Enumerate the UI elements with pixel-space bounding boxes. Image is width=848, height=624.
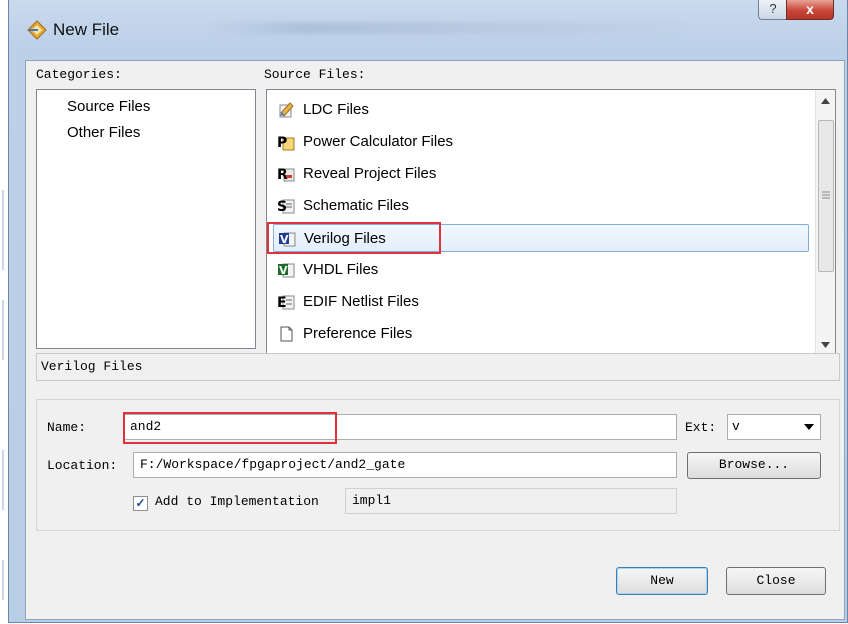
vertical-scrollbar[interactable] — [815, 90, 835, 356]
location-input[interactable]: F:/Workspace/fpgaproject/and2_gate — [133, 452, 677, 478]
svg-text:E: E — [277, 295, 287, 311]
name-label: Name: — [47, 420, 87, 435]
svg-text:V: V — [279, 264, 288, 277]
list-item-label: Preference Files — [303, 325, 413, 342]
list-item-edif-netlist-files[interactable]: E EDIF Netlist Files — [273, 288, 803, 314]
list-item-label: Power Calculator Files — [303, 133, 454, 150]
close-button[interactable]: Close — [726, 567, 826, 595]
list-item-label: Reveal Project Files — [303, 165, 437, 182]
scroll-up-icon[interactable] — [821, 98, 830, 104]
location-label: Location: — [47, 458, 118, 473]
add-to-implementation-label: Add to Implementation — [155, 494, 319, 509]
description-bar: Verilog Files — [36, 353, 840, 381]
ext-label: Ext: — [685, 420, 717, 435]
list-item-preference-files[interactable]: Preference Files — [273, 320, 803, 346]
source-files-list[interactable]: LDC Files P Power Calculator Files R Rev… — [266, 89, 836, 357]
highlight-box-verilog — [267, 222, 441, 254]
category-source-files[interactable]: Source Files — [67, 98, 150, 115]
edif-icon: E — [277, 295, 295, 311]
list-item-vhdl-files[interactable]: V VHDL Files — [273, 256, 803, 282]
list-item-power-calculator-files[interactable]: P Power Calculator Files — [273, 128, 803, 154]
add-to-implementation-checkbox[interactable]: ✓ — [133, 496, 148, 511]
list-item-schematic-files[interactable]: S Schematic Files — [273, 192, 803, 218]
category-other-files[interactable]: Other Files — [67, 124, 140, 141]
file-options-group: Name: and2 Ext: v Location: F:/Workspace… — [36, 399, 840, 531]
ext-select[interactable]: v — [727, 414, 821, 440]
schematic-icon: S — [277, 199, 295, 215]
app-icon — [27, 20, 47, 40]
description-text: Verilog Files — [41, 359, 143, 374]
reveal-icon: R — [277, 167, 295, 183]
source-files-label: Source Files: — [264, 67, 366, 82]
blurred-background-text — [209, 22, 689, 34]
grip-icon — [822, 191, 830, 199]
list-item-label: VHDL Files — [303, 261, 379, 278]
svg-text:S: S — [277, 199, 287, 215]
categories-label: Categories: — [36, 67, 122, 82]
help-button[interactable]: ? — [758, 0, 788, 20]
categories-list[interactable]: Source Files Other Files — [36, 89, 256, 349]
ext-value: v — [732, 419, 740, 434]
scrollbar-thumb[interactable] — [818, 120, 834, 272]
new-button[interactable]: New — [616, 567, 708, 595]
highlight-box-name — [123, 412, 337, 444]
list-item-label: LDC Files — [303, 101, 369, 118]
ldc-icon — [279, 102, 294, 118]
list-item-ldc-files[interactable]: LDC Files — [273, 96, 803, 122]
window-title: New File — [53, 20, 120, 39]
preference-icon — [280, 326, 293, 342]
implementation-field: impl1 — [345, 488, 677, 514]
dialog-client-area: Categories: Source Files: Source Files O… — [25, 60, 845, 620]
scroll-down-icon[interactable] — [821, 342, 830, 348]
new-file-dialog: New File ? x Categories: Source Files: S… — [8, 0, 848, 623]
list-item-reveal-project-files[interactable]: R Reveal Project Files — [273, 160, 803, 186]
power-calculator-icon: P — [277, 135, 295, 151]
list-item-label: Schematic Files — [303, 197, 409, 214]
browse-button[interactable]: Browse... — [687, 452, 821, 479]
list-item-label: EDIF Netlist Files — [303, 293, 419, 310]
svg-text:P: P — [277, 135, 287, 151]
window-close-button[interactable]: x — [786, 0, 834, 20]
vhdl-icon: V — [278, 263, 295, 278]
chevron-down-icon — [804, 424, 814, 430]
title-bar[interactable]: New File ? x — [9, 0, 847, 60]
background-strip — [0, 0, 8, 624]
